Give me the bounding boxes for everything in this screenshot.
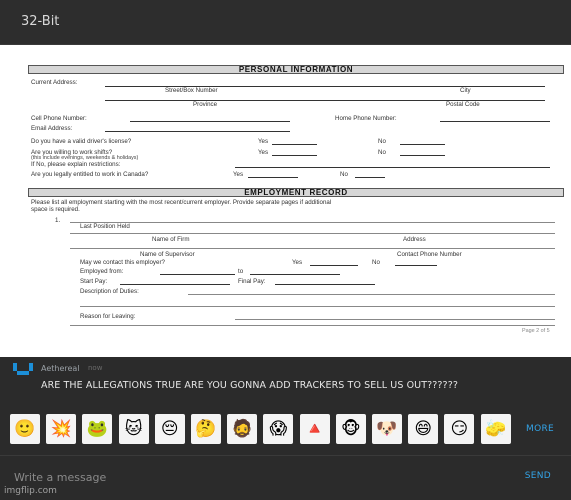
employed-from-line[interactable] (160, 274, 235, 275)
happy-rage-face-emoji[interactable]: 🙂 (10, 414, 40, 444)
monkey-emoji[interactable]: 🐵 (335, 414, 366, 444)
final-pay-label: Final Pay: (238, 278, 266, 285)
shifts-yes-line[interactable] (272, 155, 317, 156)
employment-instructions: Please list all employment starting with… (31, 199, 332, 206)
email-label: Email Address: (31, 125, 73, 132)
cell-phone-label: Cell Phone Number: (31, 115, 87, 122)
more-emojis-button[interactable]: MORE (526, 424, 554, 434)
user-avatar-icon (13, 363, 33, 379)
illuminati-pyramid-emoji[interactable]: 🔺 (299, 414, 330, 444)
entitled-no-label: No (340, 171, 348, 178)
entitled-no-line[interactable] (355, 177, 385, 178)
entitled-yes-label: Yes (233, 171, 244, 178)
emoji-bar: 🙂 💥 🐸 🐱 😔 🤔 🧔 😱 🔺 🐵 🐶 😄 😏 🧽 (0, 412, 571, 448)
employment-record-header: EMPLOYMENT RECORD (28, 188, 564, 197)
home-phone-label: Home Phone Number: (335, 115, 397, 122)
composer-divider (0, 455, 571, 456)
explain-label: If No, please explain restrictions: (31, 161, 121, 168)
employed-to-line[interactable] (250, 274, 340, 275)
smug-rage-face-emoji[interactable]: 😏 (444, 414, 475, 444)
employed-from-label: Employed from: (80, 268, 124, 275)
reason-line[interactable] (235, 319, 555, 320)
firm-line[interactable] (70, 233, 555, 234)
personal-information-header: PERSONAL INFORMATION (28, 65, 564, 74)
duties-label: Description of Duties: (80, 288, 139, 295)
doge-emoji[interactable]: 🐶 (372, 414, 402, 444)
entitled-yes-line[interactable] (248, 177, 298, 178)
imgflip-watermark: imgflip.com (4, 486, 57, 496)
sad-rage-face-emoji[interactable]: 😔 (154, 414, 185, 444)
space-required-note: space is required. (31, 206, 80, 213)
license-yes-line[interactable] (272, 144, 317, 145)
contact-yes-line[interactable] (310, 265, 358, 266)
jesus-emoji[interactable]: 🧔 (227, 414, 258, 444)
name-of-supervisor-label: Name of Supervisor (140, 251, 195, 258)
thinking-rage-face-emoji[interactable]: 🤔 (191, 414, 221, 444)
street-box-label: Street/Box Number (165, 87, 218, 94)
duties-line-2[interactable] (80, 306, 555, 307)
contact-phone-label: Contact Phone Number (397, 251, 462, 258)
shifts-yes-label: Yes (258, 149, 269, 156)
message-input[interactable] (14, 469, 494, 485)
message-time: now (88, 364, 103, 372)
message-author[interactable]: Aethereal (41, 364, 80, 373)
home-phone-line[interactable] (440, 121, 550, 122)
spongebob-emoji[interactable]: 🧽 (480, 414, 511, 444)
troll-face-emoji[interactable]: 😄 (408, 414, 439, 444)
license-no-line[interactable] (400, 144, 445, 145)
cat-emoji[interactable]: 🐱 (118, 414, 149, 444)
last-position-label: Last Position Held (80, 223, 130, 230)
send-button[interactable]: SEND (525, 471, 551, 481)
start-pay-line[interactable] (120, 284, 230, 285)
job-application-form: PERSONAL INFORMATION Current Address: St… (0, 45, 571, 357)
contact-yes-label: Yes (292, 259, 303, 266)
page-number: Page 2 of 5 (522, 328, 550, 334)
window-titlebar: 32-Bit (0, 0, 571, 45)
message-text: ARE THE ALLEGATIONS TRUE ARE YOU GONNA A… (41, 380, 458, 391)
province-label: Province (193, 101, 218, 108)
window-title: 32-Bit (21, 14, 60, 29)
current-address-label: Current Address: (31, 79, 78, 86)
chat-panel: Aethereal now ARE THE ALLEGATIONS TRUE A… (0, 357, 571, 500)
name-of-firm-label: Name of Firm (152, 236, 190, 243)
pepe-frog-emoji[interactable]: 🐸 (82, 414, 113, 444)
entry-number: 1. (55, 217, 61, 224)
license-yes-label: Yes (258, 138, 269, 145)
supervisor-line[interactable] (70, 248, 555, 249)
cell-phone-line[interactable] (130, 121, 290, 122)
shifts-no-line[interactable] (400, 155, 445, 156)
employed-to-label: to (238, 268, 244, 275)
screaming-rage-face-emoji[interactable]: 😱 (263, 414, 294, 444)
contact-no-line[interactable] (395, 265, 437, 266)
duties-line-1[interactable] (188, 294, 555, 295)
license-no-label: No (378, 138, 386, 145)
shifts-no-label: No (378, 149, 386, 156)
final-pay-line[interactable] (275, 284, 375, 285)
email-line[interactable] (105, 131, 290, 132)
may-we-contact-label: May we contact this employer? (80, 259, 165, 266)
last-position-line[interactable] (70, 222, 555, 223)
reason-label: Reason for Leaving: (80, 313, 136, 320)
explosion-emoji[interactable]: 💥 (46, 414, 77, 444)
address-label: Address (403, 236, 426, 243)
city-label: City (460, 87, 471, 94)
explain-line[interactable] (235, 167, 550, 168)
drivers-license-label: Do you have a valid driver's license? (31, 138, 132, 145)
postal-code-label: Postal Code (446, 101, 480, 108)
entitled-label: Are you legally entitled to work in Cana… (31, 171, 149, 178)
form-bottom-line (70, 325, 555, 326)
contact-no-label: No (372, 259, 380, 266)
start-pay-label: Start Pay: (80, 278, 108, 285)
